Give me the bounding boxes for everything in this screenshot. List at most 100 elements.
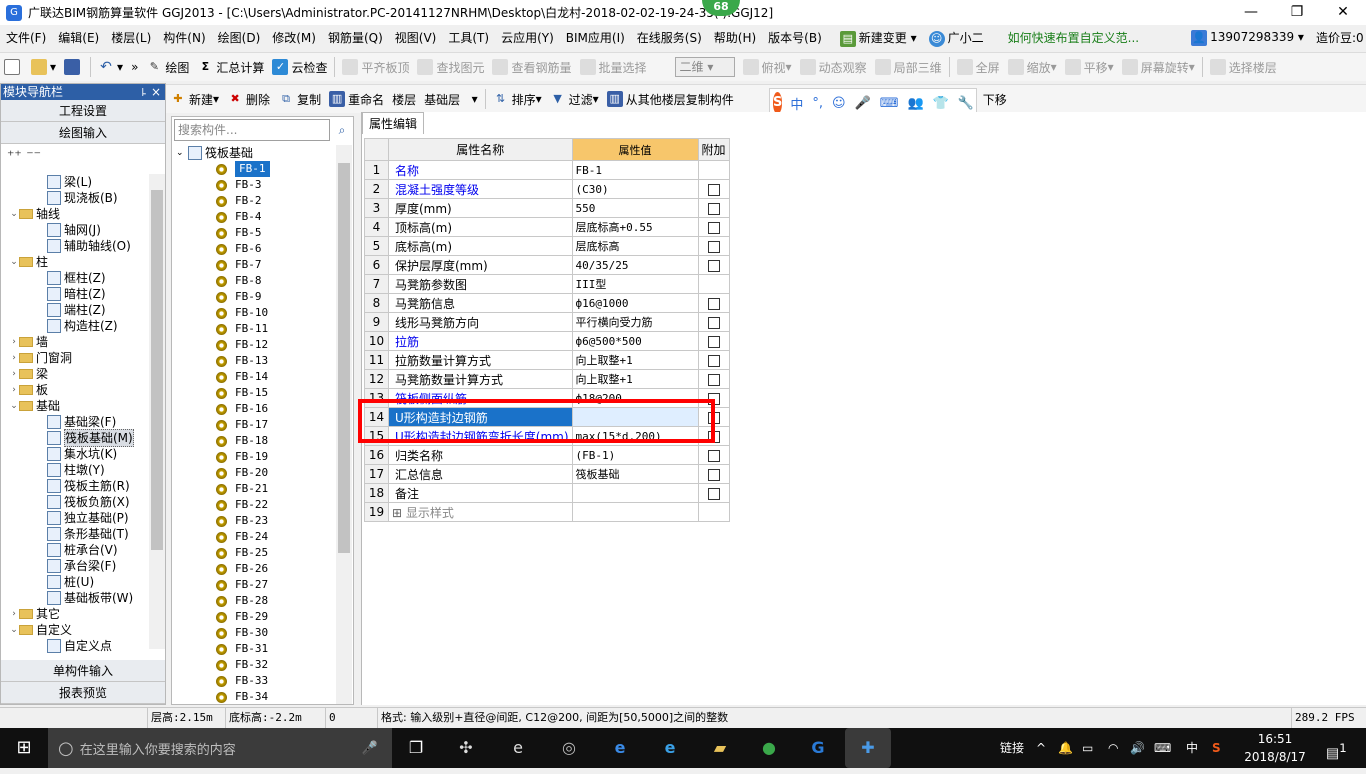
component-item[interactable]: FB-24	[176, 529, 270, 545]
property-value-cell[interactable]: ф18@200	[571, 388, 699, 408]
menu-modify[interactable]: 修改(M)	[266, 29, 322, 46]
component-item[interactable]: FB-18	[176, 433, 270, 449]
property-name-cell[interactable]: ⊞ 显示样式	[388, 502, 573, 522]
glodon-active-app-icon[interactable]: ✚	[845, 728, 891, 768]
property-name-cell[interactable]: 归类名称	[388, 445, 573, 465]
property-name-cell[interactable]: 备注	[388, 483, 573, 503]
extra-checkbox[interactable]	[707, 240, 720, 253]
component-item[interactable]: FB-1	[176, 161, 270, 177]
expand-icon[interactable]: ›	[9, 366, 19, 382]
minimize-button[interactable]: —	[1228, 0, 1274, 25]
component-item[interactable]: FB-26	[176, 561, 270, 577]
glodon-g-icon[interactable]: G	[802, 732, 834, 764]
component-item[interactable]: FB-6	[176, 241, 270, 257]
component-item[interactable]: FB-13	[176, 353, 270, 369]
nav-tree-item[interactable]: ⌄ 基础	[1, 398, 149, 414]
component-item[interactable]: FB-4	[176, 209, 270, 225]
property-row[interactable]: 11 拉筋数量计算方式 向上取整+1	[364, 350, 730, 370]
taskbar-search[interactable]: ○ 在这里输入你要搜索的内容 🎤	[48, 728, 392, 768]
property-name-cell[interactable]: 汇总信息	[388, 464, 573, 484]
nav-tree-item[interactable]: › 门窗洞	[1, 350, 149, 366]
menu-cloud[interactable]: 云应用(Y)	[495, 29, 560, 46]
component-item[interactable]: FB-27	[176, 577, 270, 593]
component-item[interactable]: FB-2	[176, 193, 270, 209]
component-item[interactable]: FB-32	[176, 657, 270, 673]
chat-app-icon[interactable]: ◎	[553, 732, 585, 764]
component-item[interactable]: FB-28	[176, 593, 270, 609]
property-value-cell[interactable]: 40/35/25	[571, 255, 699, 275]
nav-tree-item[interactable]: › 墙	[1, 334, 149, 350]
property-value-cell[interactable]	[571, 483, 699, 503]
draw-input-button[interactable]: 绘图输入	[1, 122, 165, 144]
property-row[interactable]: 3 厚度(mm) 550	[364, 198, 730, 218]
extra-checkbox[interactable]	[707, 202, 720, 215]
nav-tree-item[interactable]: 筏板负筋(X)	[1, 494, 149, 510]
property-row[interactable]: 10 拉筋 ф6@500*500	[364, 331, 730, 351]
punctuation-icon[interactable]: °,	[812, 96, 823, 111]
fullscreen-button[interactable]: 全屏	[953, 55, 1004, 79]
search-icon[interactable]: ⌕	[332, 119, 352, 141]
nav-scrollbar[interactable]	[149, 174, 165, 649]
property-row[interactable]: 15 U形构造封边钢筋弯折长度(mm) max(15*d,200)	[364, 426, 730, 446]
collapse-icon[interactable]: ⌄	[9, 398, 19, 414]
cloud-check-button[interactable]: ✓ 云检查	[268, 55, 331, 79]
rename-button[interactable]: ▥ 重命名	[325, 87, 388, 111]
nav-tree-item[interactable]: › 梁	[1, 366, 149, 382]
extra-checkbox[interactable]	[707, 221, 720, 234]
nav-tree-item[interactable]: 梁(L)	[1, 174, 149, 190]
expand-all-icon[interactable]: ⁺⁺	[7, 148, 22, 164]
component-item[interactable]: FB-12	[176, 337, 270, 353]
dynamic-view-button[interactable]: 动态观察	[796, 55, 871, 79]
delete-button[interactable]: ✖ 删除	[223, 87, 274, 111]
property-value-cell[interactable]: max(15*d,200)	[571, 426, 699, 446]
component-item[interactable]: FB-19	[176, 449, 270, 465]
extra-checkbox[interactable]	[707, 354, 720, 367]
property-row[interactable]: 16 归类名称 (FB-1)	[364, 445, 730, 465]
property-row[interactable]: 9 线形马凳筋方向 平行横向受力筋	[364, 312, 730, 332]
new-change-button[interactable]: ▤ 新建变更 ▾	[834, 29, 923, 47]
hint-link[interactable]: 如何快速布置自定义范...	[1002, 29, 1145, 46]
property-row[interactable]: 19 ⊞ 显示样式	[364, 502, 730, 522]
windows-start-icon[interactable]: ⊞	[0, 728, 48, 768]
property-row[interactable]: 4 顶标高(m) 层底标高+0.55	[364, 217, 730, 237]
nav-tree-item[interactable]: ⌄ 轴线	[1, 206, 149, 222]
component-item[interactable]: FB-14	[176, 369, 270, 385]
property-name-cell[interactable]: 拉筋数量计算方式	[388, 350, 573, 370]
nav-tree-item[interactable]: 柱墩(Y)	[1, 462, 149, 478]
component-item[interactable]: FB-30	[176, 625, 270, 641]
property-value-cell[interactable]: 平行横向受力筋	[571, 312, 699, 332]
menu-rebar[interactable]: 钢筋量(Q)	[322, 29, 389, 46]
sum-calc-button[interactable]: Σ 汇总计算	[193, 55, 268, 79]
property-value-cell[interactable]: 向上取整+1	[571, 350, 699, 370]
component-scrollbar[interactable]	[336, 145, 352, 704]
view-mode-select[interactable]: 二维 ▾	[671, 55, 739, 79]
close-button[interactable]: ✕	[1320, 0, 1366, 25]
property-row[interactable]: 7 马凳筋参数图 III型	[364, 274, 730, 294]
battery-icon[interactable]: ▭	[1082, 728, 1093, 768]
component-item[interactable]: FB-34	[176, 689, 270, 705]
property-name-cell[interactable]: 底标高(m)	[388, 236, 573, 256]
notification-center-icon[interactable]: ▤1	[1326, 728, 1347, 768]
open-file-button[interactable]: ▾	[27, 55, 60, 79]
edge-icon[interactable]: e	[604, 732, 636, 764]
nav-tree-item[interactable]: 现浇板(B)	[1, 190, 149, 206]
draw-button[interactable]: ✎ 绘图	[142, 55, 193, 79]
project-settings-button[interactable]: 工程设置	[1, 100, 165, 122]
menu-floor[interactable]: 楼层(L)	[105, 29, 157, 46]
tab-property-edit[interactable]: 属性编辑	[362, 112, 425, 134]
extra-checkbox[interactable]	[707, 316, 720, 329]
view-rebar-button[interactable]: 查看钢筋量	[488, 55, 575, 79]
component-item[interactable]: FB-10	[176, 305, 270, 321]
property-row[interactable]: 14 U形构造封边钢筋	[364, 407, 730, 427]
property-name-cell[interactable]: U形构造封边钢筋	[388, 407, 573, 427]
extra-checkbox[interactable]	[707, 259, 720, 272]
expand-icon[interactable]: ⊞	[392, 506, 406, 520]
property-value-cell[interactable]: (C30)	[571, 179, 699, 199]
property-name-cell[interactable]: U形构造封边钢筋弯折长度(mm)	[388, 426, 573, 446]
property-value-cell[interactable]: 向上取整+1	[571, 369, 699, 389]
property-value-cell[interactable]: (FB-1)	[571, 445, 699, 465]
single-input-button[interactable]: 单构件输入	[1, 660, 165, 682]
nav-tree-item[interactable]: 条形基础(T)	[1, 526, 149, 542]
property-row[interactable]: 12 马凳筋数量计算方式 向上取整+1	[364, 369, 730, 389]
undo-button[interactable]: ↶ ▾	[94, 55, 127, 79]
